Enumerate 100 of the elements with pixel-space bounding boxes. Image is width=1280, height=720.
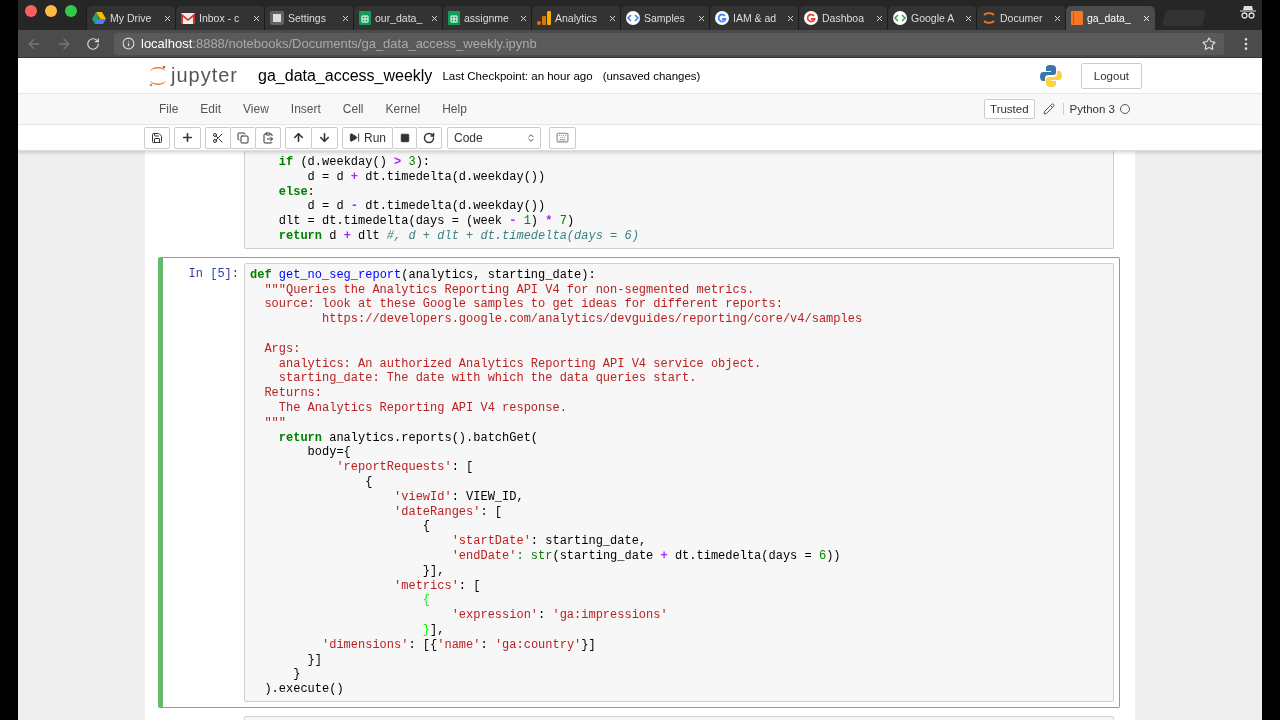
close-icon[interactable]	[252, 13, 261, 23]
browser-tab[interactable]: Inbox - c	[175, 6, 265, 30]
logout-button[interactable]: Logout	[1080, 62, 1142, 89]
code-line: body={	[306, 445, 352, 461]
skip-forward-icon	[349, 132, 360, 143]
code-line: {	[421, 519, 432, 535]
code-line: 'endDate': str(starting_date + dt.timedelta(days = 6))	[450, 548, 842, 564]
arrow-down-icon	[318, 131, 331, 144]
square-icon	[399, 132, 410, 143]
close-icon[interactable]	[341, 13, 350, 23]
url-text: localhost:8888/notebooks/Documents/ga_data_access_weekly.ipynb	[141, 36, 537, 51]
browser-tab[interactable]: assignme	[442, 6, 532, 30]
logo-text: jupyter	[171, 64, 239, 87]
arrow-up-icon	[292, 131, 305, 144]
input-prompt: In [5]:	[188, 266, 239, 282]
code-line: """	[263, 415, 287, 431]
close-icon[interactable]	[163, 13, 172, 23]
menu-item[interactable]: Cell	[331, 102, 375, 116]
keyboard-icon	[556, 131, 569, 144]
jupyter-logo-icon	[148, 64, 168, 87]
menu-item[interactable]: Edit	[189, 102, 233, 116]
menu-item[interactable]: View	[232, 102, 280, 116]
cell-type-select[interactable]: Code	[447, 126, 541, 149]
address-field[interactable]: localhost:8888/notebooks/Documents/ga_data_access_weekly.ipynb	[114, 32, 1224, 55]
restart-button[interactable]	[416, 126, 442, 149]
insert-cell-button[interactable]	[174, 126, 201, 149]
close-icon[interactable]	[519, 13, 528, 23]
chevrons-icon	[526, 132, 536, 143]
save-button[interactable]	[144, 126, 170, 149]
close-icon[interactable]	[1142, 13, 1151, 23]
autosave-status: (unsaved changes)	[602, 69, 701, 82]
close-icon[interactable]	[697, 13, 706, 23]
code-line: 'startDate': starting_date,	[450, 534, 648, 549]
code-icon	[893, 11, 907, 25]
triangle-icon	[92, 12, 106, 24]
browser-tab[interactable]: IAM & ad	[709, 6, 799, 30]
code-line: 'viewId': VIEW_ID,	[393, 489, 525, 505]
code-line: return analytics.reports().batchGet(	[277, 430, 540, 446]
run-button[interactable]: Run	[342, 126, 393, 149]
reload-icon[interactable]	[86, 36, 100, 51]
spreadsheet-icon	[448, 11, 460, 25]
code-line: }]	[306, 652, 323, 668]
move-down-button[interactable]	[311, 126, 338, 149]
close-icon[interactable]	[1053, 13, 1062, 23]
google-g-icon	[715, 11, 729, 25]
incognito-icon[interactable]	[1240, 5, 1256, 19]
code-line: d = d - dt.timedelta(d.weekday())	[306, 199, 547, 215]
menu-item[interactable]: Help	[431, 102, 478, 116]
browser-tab[interactable]: our_data_	[353, 6, 443, 30]
zoom-window-button[interactable]	[65, 5, 77, 17]
code-line: 'dateRanges': [	[393, 504, 504, 520]
code-line: return d + dlt #, d + dlt + dt.timedelta(days = 6)	[277, 229, 640, 244]
cut-button[interactable]	[205, 126, 231, 149]
code-line: 'reportRequests': [	[335, 460, 475, 475]
code-line: if (d.weekday() > 3):	[277, 155, 432, 170]
code-line: {	[421, 593, 432, 609]
close-window-button[interactable]	[25, 5, 37, 17]
move-up-button[interactable]	[285, 126, 312, 149]
menu-item[interactable]: Kernel	[374, 102, 432, 116]
browser-tab[interactable]: Dashboa	[798, 6, 888, 30]
code-line: source: look at these Google samples to get ideas for different reports:	[263, 297, 784, 313]
browser-tab[interactable]: My Drive	[86, 6, 176, 30]
close-icon[interactable]	[964, 13, 973, 23]
menu-item[interactable]: Insert	[279, 102, 332, 116]
menu-item[interactable]: File	[148, 102, 190, 116]
browser-tab[interactable]: Analytics	[531, 6, 621, 30]
checkpoint-text: Last Checkpoint: an hour ago	[442, 69, 593, 82]
browser-tab[interactable]: Documer	[976, 6, 1066, 30]
browser-tab[interactable]: ga_data_	[1065, 6, 1155, 30]
spreadsheet-icon	[359, 11, 371, 25]
code-line: Returns:	[263, 386, 323, 401]
code-line: d = d + dt.timedelta(d.weekday())	[306, 169, 547, 185]
code-line: 'dimensions': [{'name': 'ga:country'}]	[321, 637, 597, 653]
notebook-name[interactable]: ga_data_access_weekly	[258, 66, 433, 85]
close-icon[interactable]	[430, 13, 439, 23]
bookmark-star-icon[interactable]	[1202, 36, 1216, 51]
paste-button[interactable]	[255, 126, 281, 149]
code-line: starting_date: The date with which the data queries start.	[277, 371, 698, 387]
code-line: 'metrics': [	[393, 578, 482, 594]
browser-tab[interactable]: Settings	[264, 6, 354, 30]
code-line: }],	[421, 622, 446, 638]
google-g-icon	[804, 11, 818, 25]
browser-tab[interactable]: Samples	[620, 6, 710, 30]
close-icon[interactable]	[786, 13, 795, 23]
clipboard-icon	[262, 131, 274, 144]
code-line: else:	[277, 184, 316, 200]
code-line: Args:	[263, 341, 302, 357]
minimize-window-button[interactable]	[45, 5, 57, 17]
code-line: def get_no_seg_report(analytics, starting_date):	[250, 267, 597, 283]
arcs-icon	[982, 11, 996, 25]
trusted-button[interactable]: Trusted	[984, 99, 1035, 119]
close-icon[interactable]	[875, 13, 884, 23]
close-icon[interactable]	[608, 13, 617, 23]
stop-button[interactable]	[392, 126, 417, 149]
refresh-icon	[423, 131, 435, 144]
notebook-icon	[1071, 11, 1083, 25]
python-logo-icon	[1038, 63, 1063, 88]
info-icon[interactable]	[122, 37, 135, 50]
pencil-icon[interactable]	[1042, 103, 1055, 115]
browser-tab[interactable]: Google A	[887, 6, 977, 30]
